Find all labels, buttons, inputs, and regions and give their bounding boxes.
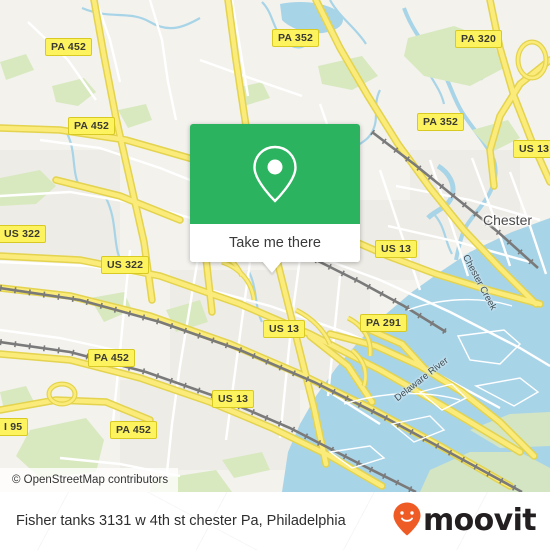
map-canvas[interactable]: Chester Chester Creek Delaware River PA … xyxy=(0,0,550,492)
moovit-logo[interactable]: moovit xyxy=(393,502,537,541)
shield-us-13-c[interactable]: US 13 xyxy=(263,320,306,338)
map-screenshot: Chester Chester Creek Delaware River PA … xyxy=(0,0,550,550)
shield-pa-320[interactable]: PA 320 xyxy=(455,30,503,48)
shield-pa-452-c[interactable]: PA 452 xyxy=(88,349,136,367)
place-label-chester: Chester xyxy=(483,212,533,228)
osm-attribution[interactable]: © OpenStreetMap contributors xyxy=(0,468,179,492)
shield-us-13-b[interactable]: US 13 xyxy=(375,240,418,258)
take-me-there-label: Take me there xyxy=(229,235,321,251)
shield-pa-291[interactable]: PA 291 xyxy=(360,314,408,332)
attribution-text: © OpenStreetMap contributors xyxy=(12,474,169,486)
map-pin-icon xyxy=(249,143,301,205)
popup-footer[interactable]: Take me there xyxy=(190,224,360,262)
shield-us-322-a[interactable]: US 322 xyxy=(0,225,47,243)
shield-pa-452-d[interactable]: PA 452 xyxy=(110,421,158,439)
shield-us-13-a[interactable]: US 13 xyxy=(513,140,550,158)
footer-address-label: Fisher tanks 3131 w 4th st chester Pa, P… xyxy=(16,513,346,529)
shield-pa-352-a[interactable]: PA 352 xyxy=(272,29,320,47)
shield-pa-352-b[interactable]: PA 352 xyxy=(417,113,465,131)
shield-us-322-b[interactable]: US 322 xyxy=(101,256,150,274)
popup-tail-pointer xyxy=(262,261,282,273)
moovit-wordmark: moovit xyxy=(422,503,537,538)
destination-popup-card[interactable]: Take me there xyxy=(190,124,360,273)
footer-bar: Fisher tanks 3131 w 4th st chester Pa, P… xyxy=(0,492,550,550)
shield-pa-452-a[interactable]: PA 452 xyxy=(45,38,93,56)
shield-i-95[interactable]: I 95 xyxy=(0,418,29,436)
shield-us-13-d[interactable]: US 13 xyxy=(212,390,255,408)
shield-pa-452-b[interactable]: PA 452 xyxy=(68,117,116,135)
moovit-pin-smiley-icon xyxy=(393,502,421,541)
popup-header xyxy=(190,124,360,224)
